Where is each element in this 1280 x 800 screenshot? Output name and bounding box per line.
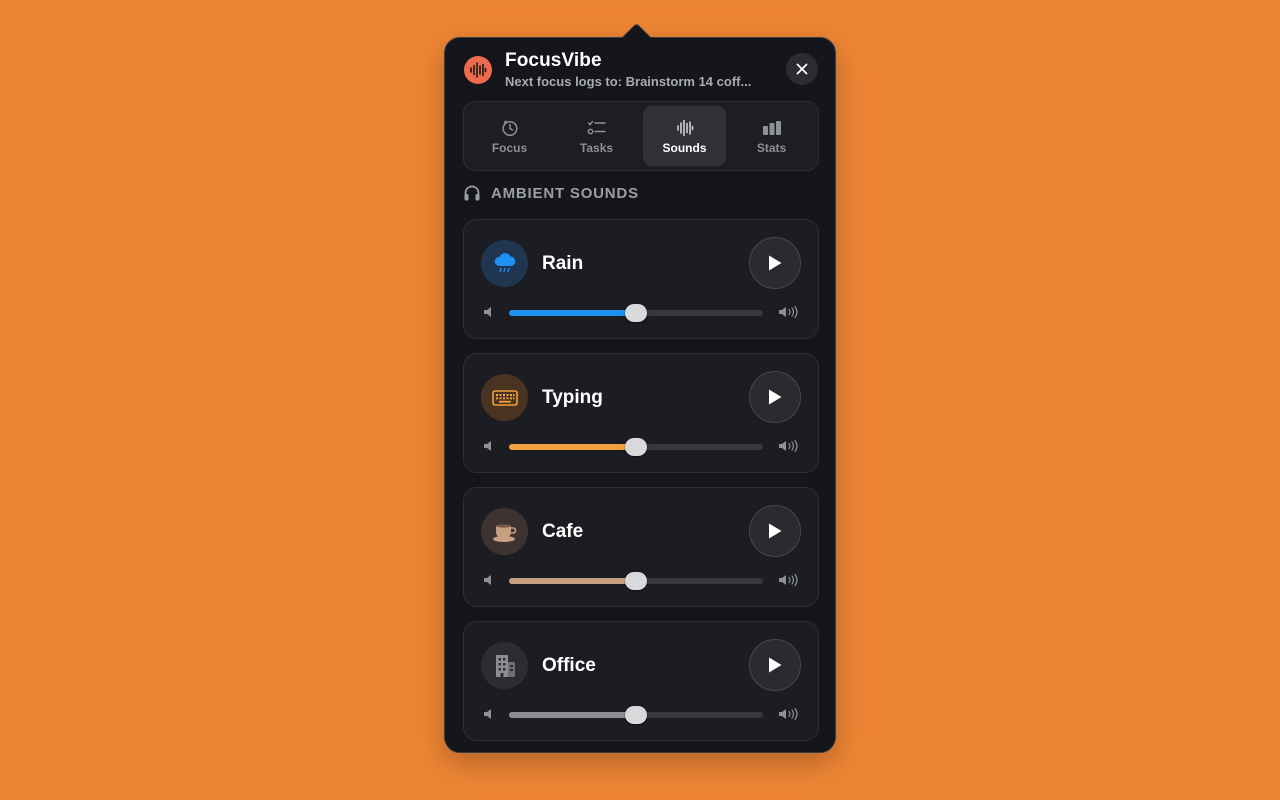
sound-name-office: Office (542, 655, 596, 676)
tab-bar: Focus Tasks Sounds Stats (463, 101, 819, 171)
close-button[interactable] (786, 53, 818, 85)
volume-row-rain (482, 302, 802, 322)
headphones-icon (464, 185, 480, 201)
sound-card-typing: Typing (463, 353, 819, 473)
keyboard-icon (491, 389, 518, 406)
play-icon (769, 255, 782, 271)
volume-fill-office (509, 712, 636, 718)
sound-card-rain: Rain (463, 219, 819, 339)
coffee-cup-icon (492, 523, 516, 542)
play-button-office[interactable] (749, 639, 801, 691)
volume-fill-typing (509, 444, 636, 450)
tab-focus[interactable]: Focus (468, 106, 551, 166)
tab-stats[interactable]: Stats (730, 106, 813, 166)
volume-row-typing (482, 436, 802, 456)
sound-name-typing: Typing (542, 387, 603, 408)
volume-fill-cafe (509, 578, 636, 584)
volume-thumb-cafe[interactable] (625, 572, 647, 590)
tab-sounds[interactable]: Sounds (643, 106, 726, 166)
volume-slider-rain[interactable] (509, 304, 763, 322)
volume-slider-office[interactable] (509, 706, 763, 724)
sound-icon-rain (481, 240, 528, 287)
sound-icon-typing (481, 374, 528, 421)
volume-row-cafe (482, 570, 802, 590)
volume-slider-cafe[interactable] (509, 572, 763, 590)
sound-icon-cafe (481, 508, 528, 555)
volume-high-icon (779, 573, 798, 587)
sound-icon-office (481, 642, 528, 689)
volume-slider-typing[interactable] (509, 438, 763, 456)
volume-high-icon (779, 305, 798, 319)
focus-target-subtitle: Next focus logs to: Brainstorm 14 coff..… (505, 74, 752, 89)
play-button-rain[interactable] (749, 237, 801, 289)
volume-high-icon (779, 707, 798, 721)
bar-chart-icon (762, 121, 781, 135)
volume-fill-rain (509, 310, 636, 316)
sound-name-cafe: Cafe (542, 521, 584, 542)
close-icon (796, 63, 808, 75)
volume-low-icon (484, 575, 491, 585)
app-icon (464, 56, 492, 84)
section-header: AMBIENT SOUNDS (463, 182, 639, 204)
volume-thumb-rain[interactable] (625, 304, 647, 322)
app-title: FocusVibe (505, 50, 602, 71)
checklist-icon (587, 120, 606, 135)
header: FocusVibe Next focus logs to: Brainstorm… (445, 38, 835, 102)
volume-high-icon (779, 439, 798, 453)
sound-name-rain: Rain (542, 253, 584, 274)
timer-icon (501, 120, 518, 137)
tab-tasks-label: Tasks (579, 141, 614, 155)
volume-thumb-office[interactable] (625, 706, 647, 724)
waveform-icon (470, 62, 487, 78)
play-icon (769, 389, 782, 405)
volume-thumb-typing[interactable] (625, 438, 647, 456)
volume-low-icon (484, 709, 491, 719)
waveform-icon (676, 119, 693, 137)
play-button-cafe[interactable] (749, 505, 801, 557)
tab-stats-label: Stats (756, 141, 787, 155)
volume-row-office (482, 704, 802, 724)
building-icon (495, 654, 515, 677)
tab-sounds-label: Sounds (662, 141, 707, 155)
cloud-rain-icon (494, 252, 515, 272)
volume-low-icon (484, 441, 491, 451)
focusvibe-popover: FocusVibe Next focus logs to: Brainstorm… (444, 22, 836, 753)
play-button-typing[interactable] (749, 371, 801, 423)
sound-card-office: Office (463, 621, 819, 741)
sound-card-cafe: Cafe (463, 487, 819, 607)
play-icon (769, 657, 782, 673)
tab-tasks[interactable]: Tasks (555, 106, 638, 166)
section-title: AMBIENT SOUNDS (491, 184, 639, 202)
play-icon (769, 523, 782, 539)
tab-focus-label: Focus (491, 141, 528, 155)
volume-low-icon (484, 307, 491, 317)
